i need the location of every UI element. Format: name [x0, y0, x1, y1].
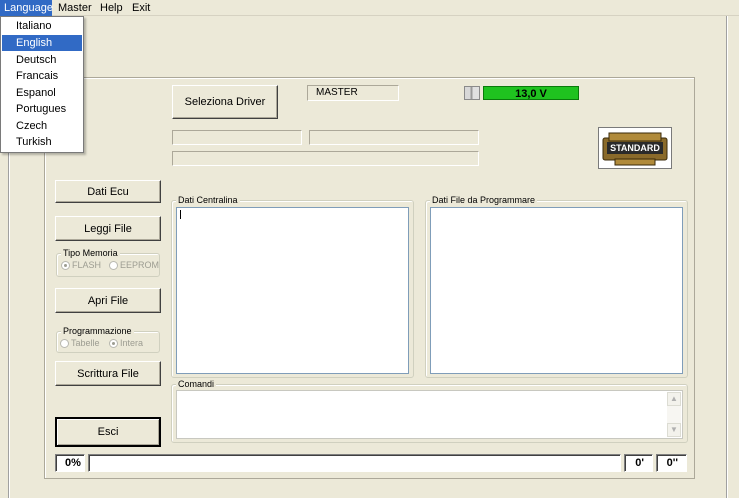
language-option-deutsch[interactable]: Deutsch: [2, 52, 82, 68]
scrollbar-track[interactable]: [667, 406, 681, 424]
radio-tabelle[interactable]: Tabelle: [60, 338, 100, 348]
radio-tabelle-label: Tabelle: [71, 338, 100, 348]
dati-file-title: Dati File da Programmare: [430, 194, 538, 206]
menu-language[interactable]: Language: [0, 0, 53, 16]
comandi-textarea[interactable]: ▲ ▼: [176, 390, 683, 439]
menu-bar: Language Master Help Exit: [0, 0, 739, 16]
radio-eeprom[interactable]: EEPROM: [109, 260, 159, 270]
radio-flash[interactable]: FLASH: [61, 260, 101, 270]
time-minutes: 0': [624, 454, 653, 472]
standard-connector-icon: STANDARD: [598, 127, 672, 169]
menu-exit[interactable]: Exit: [128, 0, 154, 16]
info-field-2: [309, 130, 479, 145]
leggi-file-button[interactable]: Leggi File: [55, 216, 161, 241]
dati-centralina-title: Dati Centralina: [176, 194, 240, 206]
language-option-english[interactable]: English: [2, 35, 82, 51]
apri-file-button[interactable]: Apri File: [55, 288, 161, 313]
voltage-display: 13,0 V: [483, 86, 579, 100]
language-option-czech[interactable]: Czech: [2, 118, 82, 134]
select-driver-button[interactable]: Seleziona Driver: [172, 85, 278, 119]
menu-help[interactable]: Help: [96, 0, 127, 16]
memory-type-group: Tipo Memoria FLASH EEPROM: [56, 247, 160, 277]
dati-file-list[interactable]: [430, 207, 683, 374]
language-option-francais[interactable]: Francais: [2, 68, 82, 84]
radio-flash-label: FLASH: [72, 260, 102, 270]
scroll-up-icon[interactable]: ▲: [667, 392, 681, 406]
frame-right-highlight: [727, 16, 728, 498]
time-seconds: 0'': [656, 454, 687, 472]
scroll-down-icon[interactable]: ▼: [667, 423, 681, 437]
radio-intera-label: Intera: [120, 338, 144, 348]
language-option-italiano[interactable]: Italiano: [2, 18, 82, 34]
esci-button[interactable]: Esci: [55, 417, 161, 447]
radio-eeprom-label: EEPROM: [120, 260, 160, 270]
language-option-turkish[interactable]: Turkish: [2, 134, 82, 150]
comandi-title: Comandi: [176, 378, 217, 390]
scrittura-file-button[interactable]: Scrittura File: [55, 361, 161, 386]
connection-indicator: [464, 86, 480, 100]
language-option-espanol[interactable]: Espanol: [2, 85, 82, 101]
radio-tabelle-icon: [60, 338, 69, 348]
programming-group: Programmazione Tabelle Intera: [56, 325, 160, 353]
radio-eeprom-icon: [109, 260, 118, 270]
progress-bar: [88, 454, 621, 472]
dati-ecu-button[interactable]: Dati Ecu: [55, 180, 161, 203]
radio-intera[interactable]: Intera: [109, 338, 143, 348]
info-field-3: [172, 151, 479, 166]
standard-badge-label: STANDARD: [610, 143, 660, 153]
text-cursor: [180, 210, 181, 219]
dati-centralina-list[interactable]: [176, 207, 409, 374]
language-dropdown: Italiano English Deutsch Francais Espano…: [0, 16, 84, 153]
language-option-portugues[interactable]: Portugues: [2, 101, 82, 117]
progress-percent: 0%: [55, 454, 85, 472]
menu-master[interactable]: Master: [54, 0, 96, 16]
radio-flash-icon: [61, 260, 70, 270]
programming-title: Programmazione: [61, 325, 134, 337]
radio-intera-icon: [109, 338, 118, 348]
info-field-1: [172, 130, 302, 145]
memory-type-title: Tipo Memoria: [61, 247, 120, 259]
master-field: MASTER: [307, 85, 399, 101]
